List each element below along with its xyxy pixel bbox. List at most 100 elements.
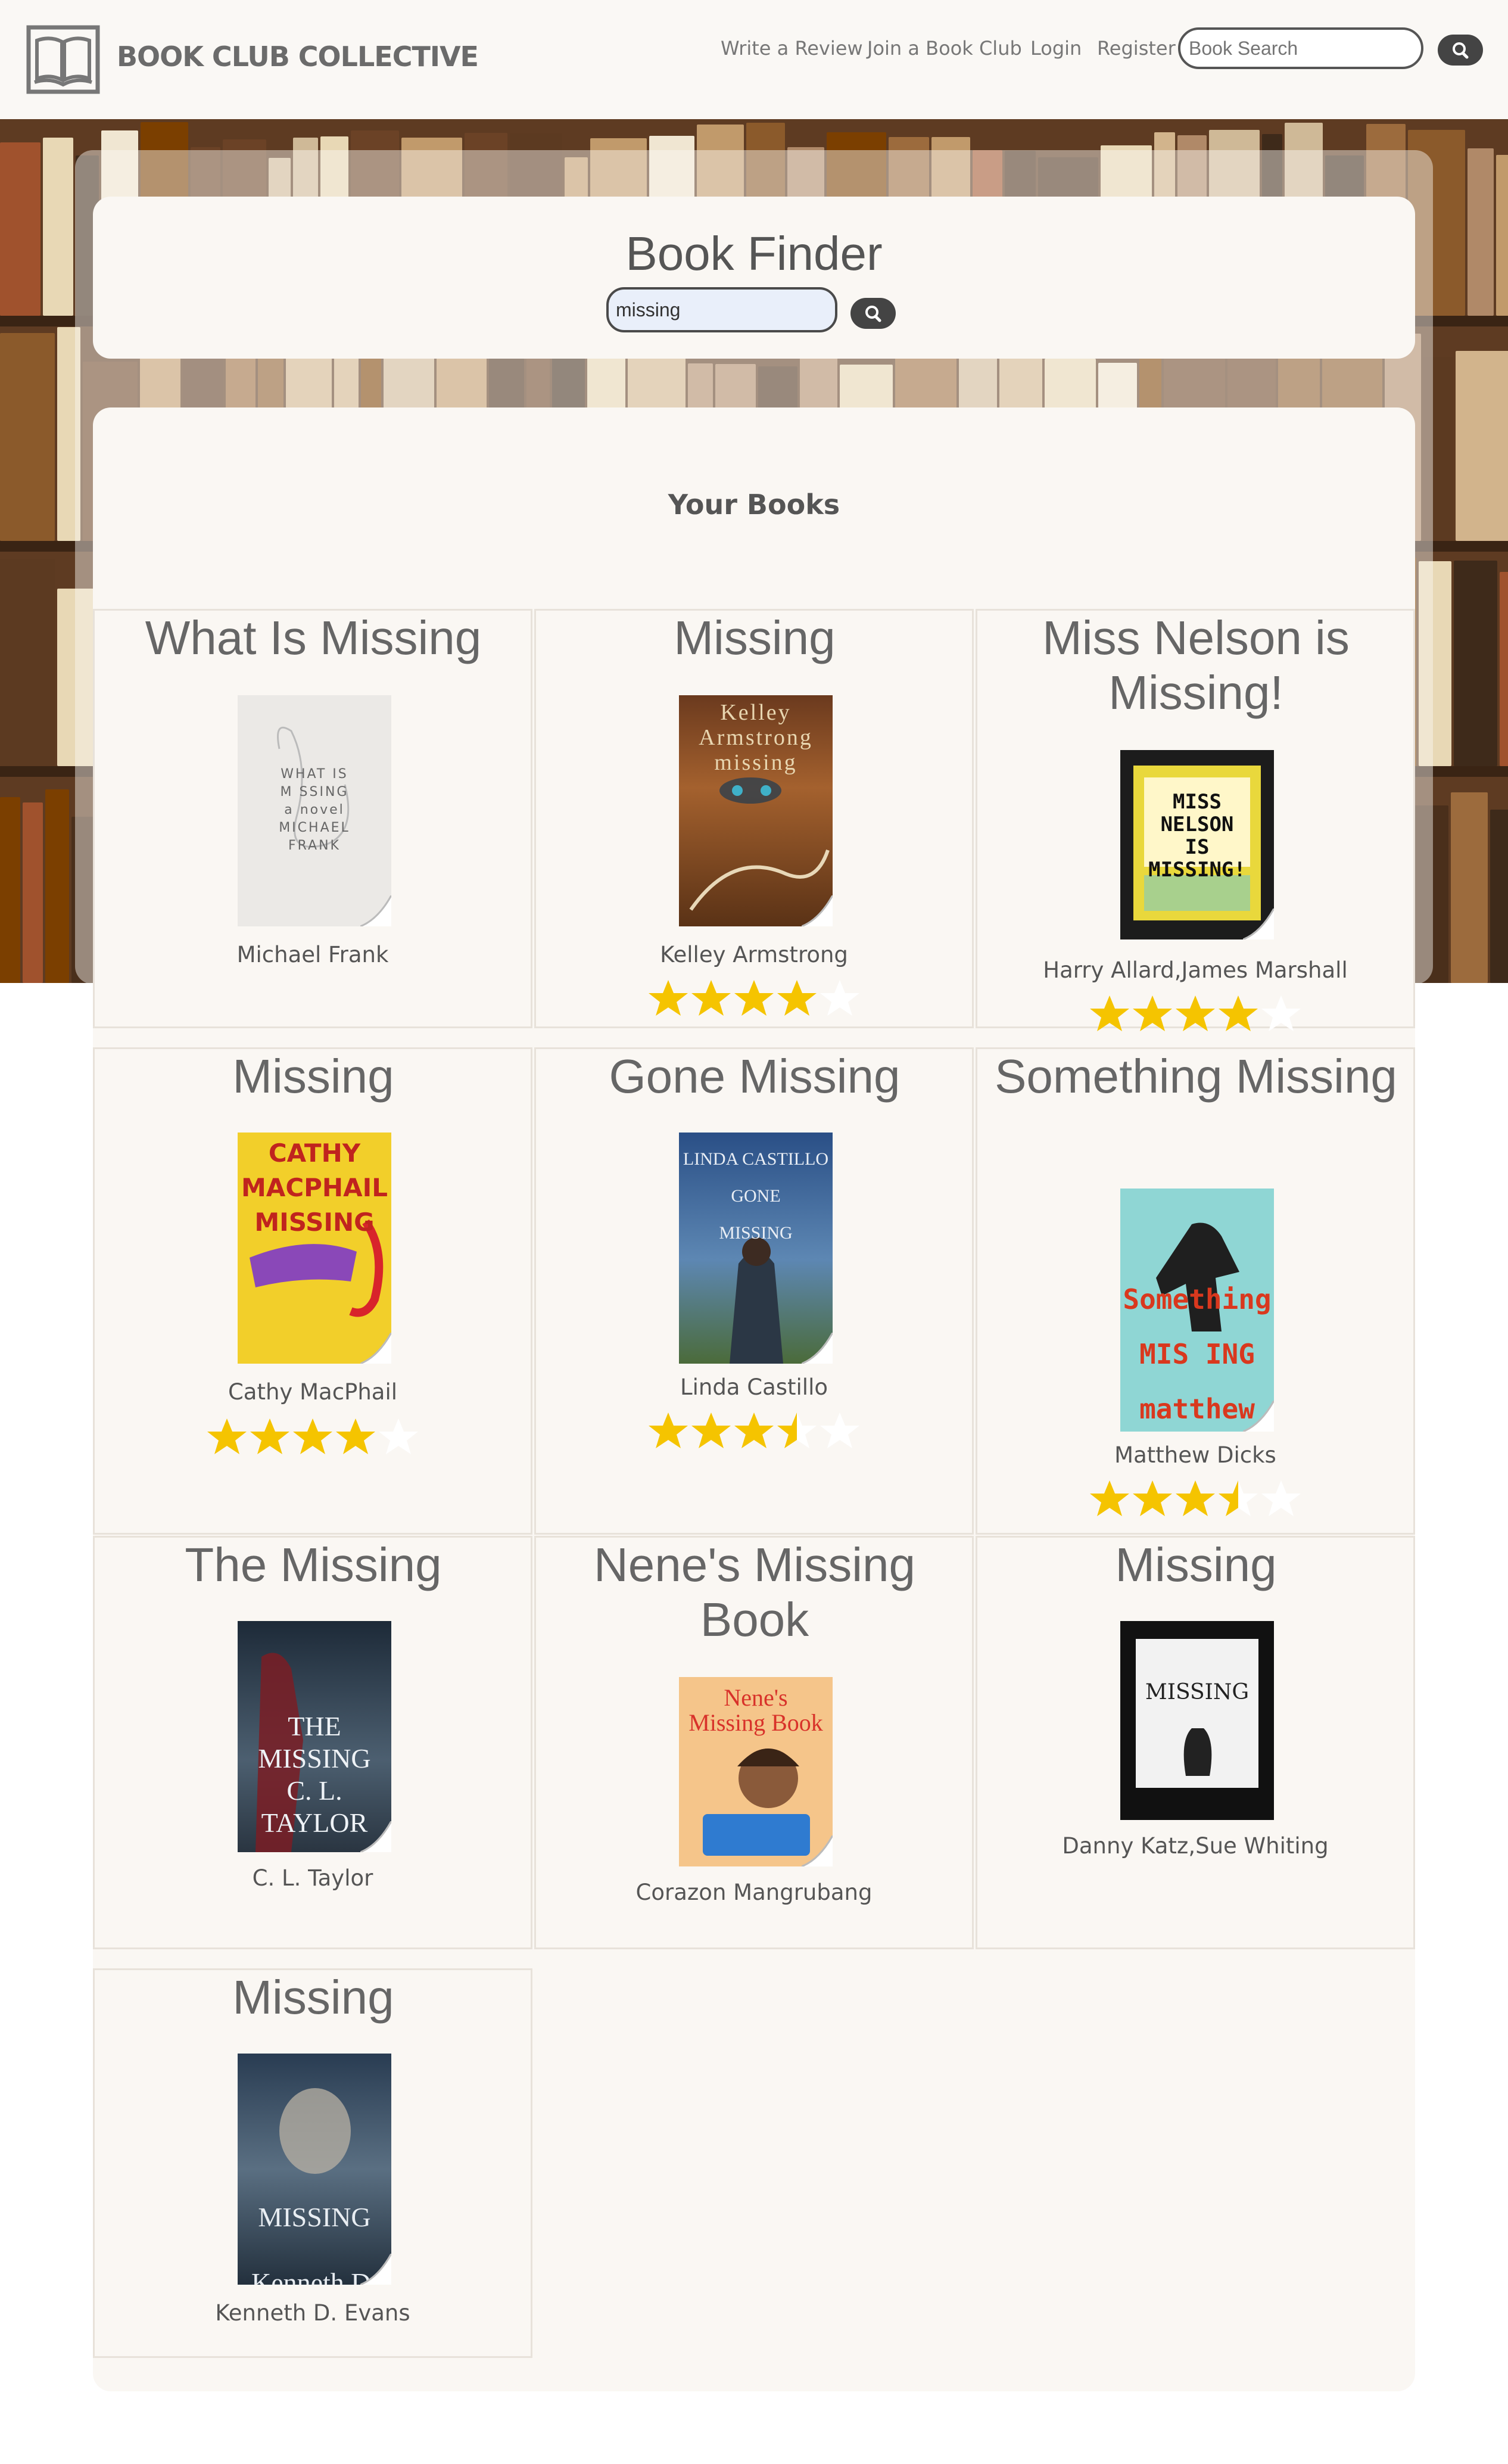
page-curl-icon — [1243, 909, 1274, 939]
book-spine — [23, 802, 43, 983]
nav-register[interactable]: Register — [1097, 37, 1176, 60]
star-icon — [777, 980, 817, 1016]
star-icon — [293, 1418, 332, 1454]
book-search-input[interactable] — [1178, 27, 1423, 69]
book-title[interactable]: Miss Nelson is Missing! — [983, 611, 1409, 720]
book-spine — [1456, 351, 1508, 541]
cover-text: Kelley Armstrong missing — [699, 700, 813, 775]
book-cover[interactable]: MISS NELSON IS MISSING! — [1120, 750, 1274, 939]
book-cover[interactable]: CATHY MACPHAIL MISSING — [238, 1133, 391, 1364]
book-title[interactable]: Something Missing — [983, 1049, 1409, 1104]
book-cover[interactable]: THE MISSING C. L. TAYLOR — [238, 1621, 391, 1852]
book-title[interactable]: Missing — [542, 611, 967, 665]
book-title[interactable]: What Is Missing — [101, 611, 526, 665]
book-card[interactable]: Miss Nelson is Missing! MISS NELSON IS M… — [976, 609, 1415, 1031]
cover-text: Nene's Missing Book — [688, 1684, 823, 1736]
book-card[interactable]: Nene's Missing Book Nene's Missing Book … — [534, 1536, 974, 1949]
finder-search-button[interactable] — [850, 298, 896, 329]
book-card[interactable]: Missing MISSING Kenneth D. Evans Kenneth… — [93, 1968, 532, 2358]
book-spine — [0, 797, 20, 983]
book-card[interactable]: Missing MISSING Danny Katz,Sue Whiting — [976, 1536, 1415, 1949]
page-curl-icon — [360, 895, 391, 926]
star-rating — [977, 994, 1413, 1032]
cover-text: CATHY MACPHAIL MISSING — [241, 1138, 388, 1237]
page-curl-icon — [802, 895, 833, 926]
book-spine — [1451, 792, 1488, 983]
book-author: Kenneth D. Evans — [215, 2300, 410, 2326]
finder-search-input[interactable] — [606, 287, 837, 332]
book-card[interactable]: What Is Missing WHAT IS M SSING a novel … — [93, 609, 532, 1028]
cover-text: LINDA CASTILLO GONE MISSING — [683, 1149, 829, 1243]
page-title: Book Finder — [625, 227, 883, 280]
book-card[interactable]: Missing CATHY MACPHAIL MISSING Cathy Mac… — [93, 1047, 532, 1535]
star-icon — [207, 1418, 247, 1454]
book-author: Danny Katz,Sue Whiting — [1062, 1833, 1329, 1859]
book-title[interactable]: The Missing — [101, 1538, 526, 1592]
star-icon — [820, 980, 859, 1016]
book-spine — [0, 142, 40, 316]
book-author: Corazon Mangrubang — [635, 1880, 873, 1905]
book-title[interactable]: Missing — [101, 1970, 526, 2025]
star-icon — [649, 1413, 688, 1448]
star-icon — [1261, 995, 1301, 1031]
book-spine — [1454, 561, 1497, 766]
header-search-button[interactable] — [1438, 35, 1483, 66]
book-spine — [0, 559, 55, 766]
book-cover[interactable]: Kelley Armstrong missing — [679, 695, 833, 926]
book-cover[interactable]: MISSING Kenneth D. Evans — [238, 2054, 391, 2285]
star-icon — [1176, 1480, 1215, 1516]
book-author: Linda Castillo — [680, 1374, 828, 1400]
book-card[interactable]: Gone Missing LINDA CASTILLO GONE MISSING… — [534, 1047, 974, 1535]
site-header: BOOK CLUB COLLECTIVE Write a Review Join… — [0, 0, 1508, 119]
book-card[interactable]: The Missing THE MISSING C. L. TAYLOR C. … — [93, 1536, 532, 1949]
star-icon — [1176, 995, 1215, 1031]
page-curl-icon — [802, 1835, 833, 1866]
book-spine — [1468, 148, 1494, 316]
book-card[interactable]: Missing Kelley Armstrong missing Kelley … — [534, 609, 974, 1028]
book-author: Harry Allard,James Marshall — [1043, 957, 1348, 983]
nav-login[interactable]: Login — [1030, 37, 1082, 60]
book-cover[interactable]: Nene's Missing Book — [679, 1677, 833, 1866]
star-icon — [777, 1413, 817, 1448]
book-logo-icon[interactable] — [26, 25, 100, 94]
star-icon — [820, 1413, 859, 1448]
star-rating — [536, 979, 972, 1017]
book-spine — [43, 138, 73, 316]
book-author: Cathy MacPhail — [228, 1379, 398, 1405]
nav-write-review[interactable]: Write a Review — [721, 37, 863, 60]
star-icon — [734, 980, 774, 1016]
book-title[interactable]: Nene's Missing Book — [542, 1538, 967, 1647]
cover-text: MISSING — [1145, 1680, 1250, 1704]
star-icon — [1219, 995, 1258, 1031]
book-title[interactable]: Gone Missing — [542, 1049, 967, 1104]
book-cover[interactable]: LINDA CASTILLO GONE MISSING — [679, 1133, 833, 1364]
star-icon — [691, 980, 731, 1016]
book-cover[interactable]: WHAT IS M SSING a novel MICHAEL FRANK — [238, 695, 391, 926]
book-author: Matthew Dicks — [1114, 1442, 1276, 1468]
book-spine — [1490, 810, 1508, 983]
book-spine — [1496, 155, 1508, 316]
star-icon — [1133, 995, 1172, 1031]
book-card[interactable]: Something Missing Something MIS ING matt… — [976, 1047, 1415, 1535]
brand-name[interactable]: BOOK CLUB COLLECTIVE — [117, 41, 479, 73]
book-spine — [1500, 572, 1508, 766]
cover-text: WHAT IS M SSING a novel MICHAEL FRANK — [279, 767, 350, 853]
page-curl-icon — [360, 2254, 391, 2285]
book-title[interactable]: Missing — [101, 1049, 526, 1104]
results-heading: Your Books — [668, 489, 840, 521]
book-spine — [45, 789, 69, 983]
book-cover[interactable]: MISSING — [1120, 1621, 1274, 1820]
cover-art — [1136, 1639, 1258, 1788]
book-author: Kelley Armstrong — [660, 942, 848, 967]
star-icon — [250, 1418, 289, 1454]
star-icon — [1090, 1480, 1129, 1516]
page-curl-icon — [1243, 1401, 1274, 1432]
cover-text: THE MISSING C. L. TAYLOR — [258, 1711, 371, 1838]
nav-join-book-club[interactable]: Join a Book Club — [867, 37, 1022, 60]
book-author: Michael Frank — [236, 942, 389, 967]
star-rating — [977, 1479, 1413, 1517]
page-curl-icon — [802, 1333, 833, 1364]
book-cover[interactable]: Something MIS ING matthew dicks — [1120, 1189, 1274, 1432]
book-title[interactable]: Missing — [983, 1538, 1409, 1592]
star-rating — [95, 1417, 531, 1455]
